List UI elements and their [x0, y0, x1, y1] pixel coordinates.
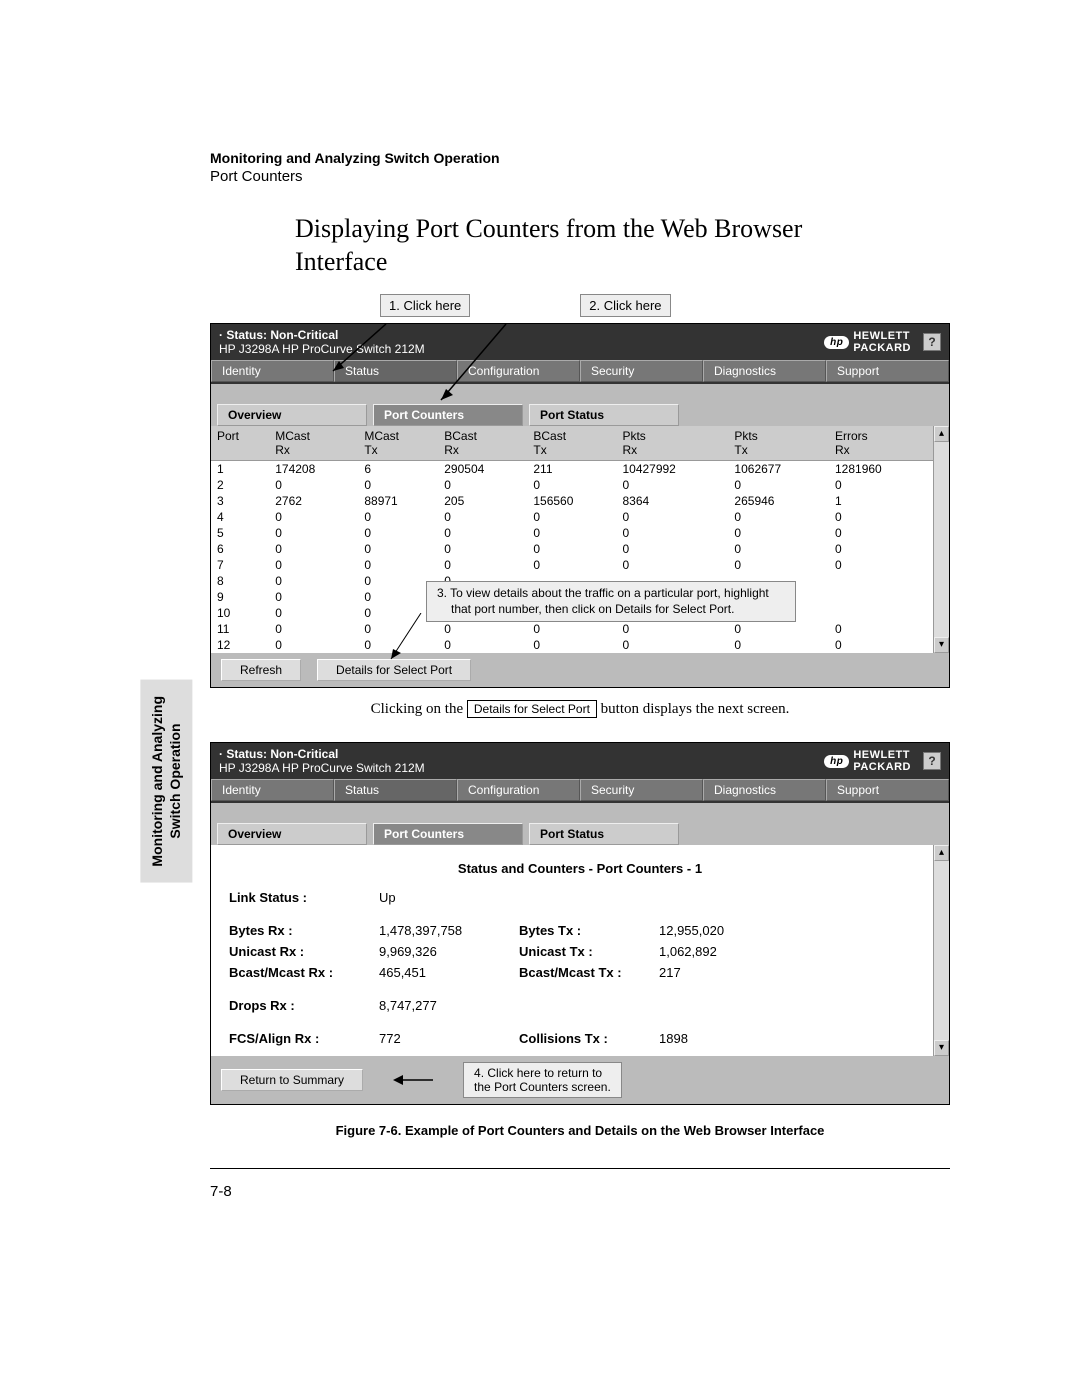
tab-configuration[interactable]: Configuration: [457, 360, 580, 382]
bytes-rx-value: 1,478,397,758: [379, 923, 519, 938]
status-label: · Status: Non-Critical: [219, 328, 824, 342]
details-for-select-port-button[interactable]: Details for Select Port: [317, 659, 471, 681]
bcast-tx-label: Bcast/Mcast Tx :: [519, 965, 659, 980]
detail-title: Status and Counters - Port Counters - 1: [229, 861, 931, 876]
th-port: Port: [211, 426, 269, 461]
device-name: HP J3298A HP ProCurve Switch 212M: [219, 342, 824, 356]
table-row[interactable]: 120000000: [211, 637, 949, 653]
subtab-port-status-2[interactable]: Port Status: [529, 823, 679, 845]
th-mcast-tx: MCast Tx: [358, 426, 438, 461]
hp-logo-2: hp HEWLETTPACKARD: [824, 749, 911, 773]
bytes-tx-label: Bytes Tx :: [519, 923, 659, 938]
side-tab: Monitoring and Analyzing Switch Operatio…: [140, 680, 192, 883]
left-arrow-icon: [393, 1071, 433, 1089]
refresh-button[interactable]: Refresh: [221, 659, 301, 681]
tab-identity[interactable]: Identity: [211, 360, 334, 382]
table-scrollbar[interactable]: ▴ ▾: [933, 426, 949, 653]
tab-identity-2[interactable]: Identity: [211, 779, 334, 801]
hp-logo-icon-2: hp: [824, 755, 849, 768]
chapter-header: Monitoring and Analyzing Switch Operatio…: [210, 150, 950, 166]
tab-support-2[interactable]: Support: [826, 779, 949, 801]
subtab-port-status[interactable]: Port Status: [529, 404, 679, 426]
screenshot-port-counters: · Status: Non-Critical HP J3298A HP ProC…: [210, 323, 950, 688]
th-bcast-tx: BCast Tx: [527, 426, 616, 461]
table-row[interactable]: 327628897120515656083642659461: [211, 493, 949, 509]
table-row[interactable]: 40000000: [211, 509, 949, 525]
collisions-tx-value: 1898: [659, 1031, 769, 1046]
callout-1: 1. Click here: [380, 294, 470, 317]
table-row[interactable]: 20000000: [211, 477, 949, 493]
callout-4: 4. Click here to return tothe Port Count…: [463, 1062, 622, 1098]
table-row[interactable]: 110000000: [211, 621, 949, 637]
help-icon[interactable]: ?: [923, 333, 941, 351]
subtab-overview[interactable]: Overview: [217, 404, 367, 426]
unicast-tx-label: Unicast Tx :: [519, 944, 659, 959]
th-mcast-rx: MCast Rx: [269, 426, 358, 461]
page-title: Displaying Port Counters from the Web Br…: [295, 213, 855, 278]
drops-rx-label: Drops Rx :: [229, 998, 379, 1013]
detail-scrollbar[interactable]: ▴ ▾: [933, 845, 949, 1056]
collisions-tx-label: Collisions Tx :: [519, 1031, 659, 1046]
status-label-2: · Status: Non-Critical: [219, 747, 824, 761]
table-row[interactable]: 70000000: [211, 557, 949, 573]
callout-2: 2. Click here: [580, 294, 670, 317]
tab-status-2[interactable]: Status: [334, 779, 457, 801]
figure-caption: Figure 7-6. Example of Port Counters and…: [210, 1123, 950, 1138]
th-errors-rx: Errors Rx: [829, 426, 949, 461]
screenshot-port-details: · Status: Non-Critical HP J3298A HP ProC…: [210, 742, 950, 1105]
scroll-up-icon-2[interactable]: ▴: [934, 845, 949, 861]
subtab-port-counters-2[interactable]: Port Counters: [373, 823, 523, 845]
table-row[interactable]: 60000000: [211, 541, 949, 557]
th-pkts-tx: Pkts Tx: [728, 426, 829, 461]
subtab-port-counters[interactable]: Port Counters: [373, 404, 523, 426]
hp-logo-icon: hp: [824, 336, 849, 349]
unicast-rx-label: Unicast Rx :: [229, 944, 379, 959]
tab-support[interactable]: Support: [826, 360, 949, 382]
section-header: Port Counters: [210, 168, 950, 185]
footer-rule: [210, 1168, 950, 1169]
caption-line: Clicking on the Details for Select Port …: [210, 700, 950, 718]
tab-security-2[interactable]: Security: [580, 779, 703, 801]
drops-rx-value: 8,747,277: [379, 998, 519, 1013]
th-pkts-rx: Pkts Rx: [616, 426, 728, 461]
table-row[interactable]: 50000000: [211, 525, 949, 541]
table-row[interactable]: 117420862905042111042799210626771281960: [211, 461, 949, 478]
bytes-rx-label: Bytes Rx :: [229, 923, 379, 938]
tab-diagnostics[interactable]: Diagnostics: [703, 360, 826, 382]
tab-diagnostics-2[interactable]: Diagnostics: [703, 779, 826, 801]
device-name-2: HP J3298A HP ProCurve Switch 212M: [219, 761, 824, 775]
fcs-align-rx-label: FCS/Align Rx :: [229, 1031, 379, 1046]
page-number: 7-8: [210, 1183, 950, 1200]
bcast-rx-value: 465,451: [379, 965, 519, 980]
tab-security[interactable]: Security: [580, 360, 703, 382]
unicast-rx-value: 9,969,326: [379, 944, 519, 959]
unicast-tx-value: 1,062,892: [659, 944, 769, 959]
tab-configuration-2[interactable]: Configuration: [457, 779, 580, 801]
scroll-down-icon-2[interactable]: ▾: [934, 1040, 949, 1056]
scroll-up-icon[interactable]: ▴: [934, 426, 949, 442]
link-status-value: Up: [379, 890, 519, 905]
th-bcast-rx: BCast Rx: [438, 426, 527, 461]
help-icon-2[interactable]: ?: [923, 752, 941, 770]
scroll-down-icon[interactable]: ▾: [934, 637, 949, 653]
link-status-label: Link Status :: [229, 890, 379, 905]
subtab-overview-2[interactable]: Overview: [217, 823, 367, 845]
fcs-align-rx-value: 772: [379, 1031, 519, 1046]
return-to-summary-button[interactable]: Return to Summary: [221, 1069, 363, 1091]
hp-logo: hp HEWLETTPACKARD: [824, 330, 911, 354]
callout-3: 3. To view details about the traffic on …: [426, 581, 796, 622]
inline-details-button: Details for Select Port: [467, 700, 597, 718]
bytes-tx-value: 12,955,020: [659, 923, 769, 938]
bcast-tx-value: 217: [659, 965, 769, 980]
bcast-rx-label: Bcast/Mcast Rx :: [229, 965, 379, 980]
tab-status[interactable]: Status: [334, 360, 457, 382]
